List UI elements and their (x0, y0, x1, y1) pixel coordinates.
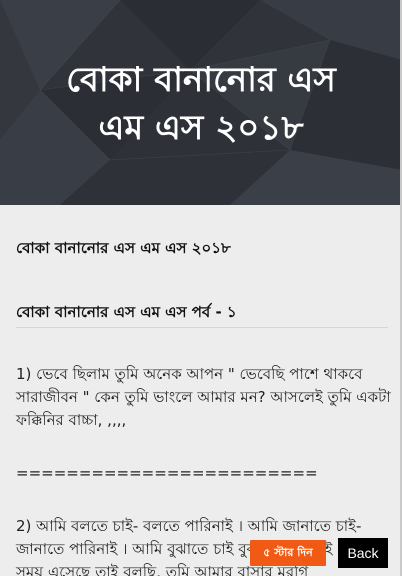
page-title-line-1: বোকা বানানোর এস (66, 60, 336, 100)
article-subheading: বোকা বানানোর এস এম এস পর্ব - ১ (16, 303, 237, 321)
rate-five-star-button[interactable]: ৫ স্টার দিন (250, 540, 326, 566)
sms-item-1: 1) ভেবে ছিলাম তুমি অনেক আপন " ভেবেছি পাশ… (16, 365, 391, 429)
page-title-line-2: এম এস ২০১৮ (98, 108, 304, 148)
divider (16, 327, 388, 328)
article-content[interactable]: বোকা বানানোর এস এম এস ২০১৮ বোকা বানানোর … (0, 205, 402, 576)
back-button[interactable]: Back (338, 538, 388, 568)
article-heading: বোকা বানানোর এস এম এস ২০১৮ (16, 239, 231, 257)
separator-line: ======================== (16, 464, 318, 482)
sms-item-2: 2) আমি বলতে চাই- বলতে পারিনাই । আমি জানা… (16, 517, 379, 576)
page-title: বোকা বানানোর এস এম এস ২০১৮ (10, 56, 392, 152)
app-header: বোকা বানানোর এস এম এস ২০১৮ (0, 0, 402, 205)
